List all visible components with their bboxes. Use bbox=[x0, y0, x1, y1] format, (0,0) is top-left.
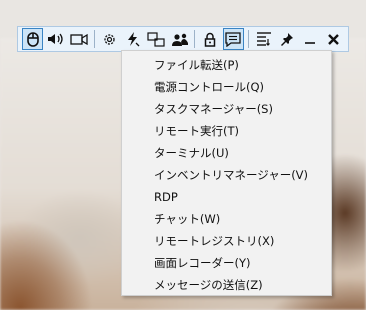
users-icon[interactable] bbox=[169, 28, 190, 50]
mouse-icon[interactable] bbox=[22, 28, 44, 50]
menu-item-task-manager[interactable]: タスクマネージャー(S) bbox=[122, 98, 331, 120]
menu-item-power-control[interactable]: 電源コントロール(Q) bbox=[122, 76, 331, 98]
menu-item-chat[interactable]: チャット(W) bbox=[122, 208, 331, 230]
monitor-switch-icon[interactable] bbox=[146, 28, 167, 50]
speaker-icon[interactable] bbox=[45, 28, 66, 50]
menu-list-icon[interactable] bbox=[253, 28, 274, 50]
minimize-icon[interactable] bbox=[299, 28, 320, 50]
menu-item-screen-recorder[interactable]: 画面レコーダー(Y) bbox=[122, 252, 331, 274]
menu-item-rdp[interactable]: RDP bbox=[122, 186, 331, 208]
toolbar-divider bbox=[194, 30, 196, 48]
lock-icon[interactable] bbox=[199, 28, 220, 50]
lightning-icon[interactable] bbox=[122, 28, 143, 50]
remote-control-toolbar bbox=[17, 26, 349, 52]
menu-item-file-transfer[interactable]: ファイル転送(P) bbox=[122, 54, 331, 76]
menu-item-remote-registry[interactable]: リモートレジストリ(X) bbox=[122, 230, 331, 252]
toolbar-divider bbox=[94, 30, 95, 48]
chat-icon[interactable] bbox=[222, 28, 244, 50]
menu-item-remote-execute[interactable]: リモート実行(T) bbox=[122, 120, 331, 142]
close-icon[interactable] bbox=[323, 28, 344, 50]
context-menu: ファイル転送(P) 電源コントロール(Q) タスクマネージャー(S) リモート実… bbox=[121, 50, 332, 296]
pin-icon[interactable] bbox=[276, 28, 297, 50]
menu-item-terminal[interactable]: ターミナル(U) bbox=[122, 142, 331, 164]
video-icon[interactable] bbox=[69, 28, 90, 50]
gear-icon[interactable] bbox=[99, 28, 120, 50]
toolbar-divider bbox=[247, 30, 249, 48]
menu-item-send-message[interactable]: メッセージの送信(Z) bbox=[122, 274, 331, 296]
menu-item-inventory-manager[interactable]: インベントリマネージャー(V) bbox=[122, 164, 331, 186]
